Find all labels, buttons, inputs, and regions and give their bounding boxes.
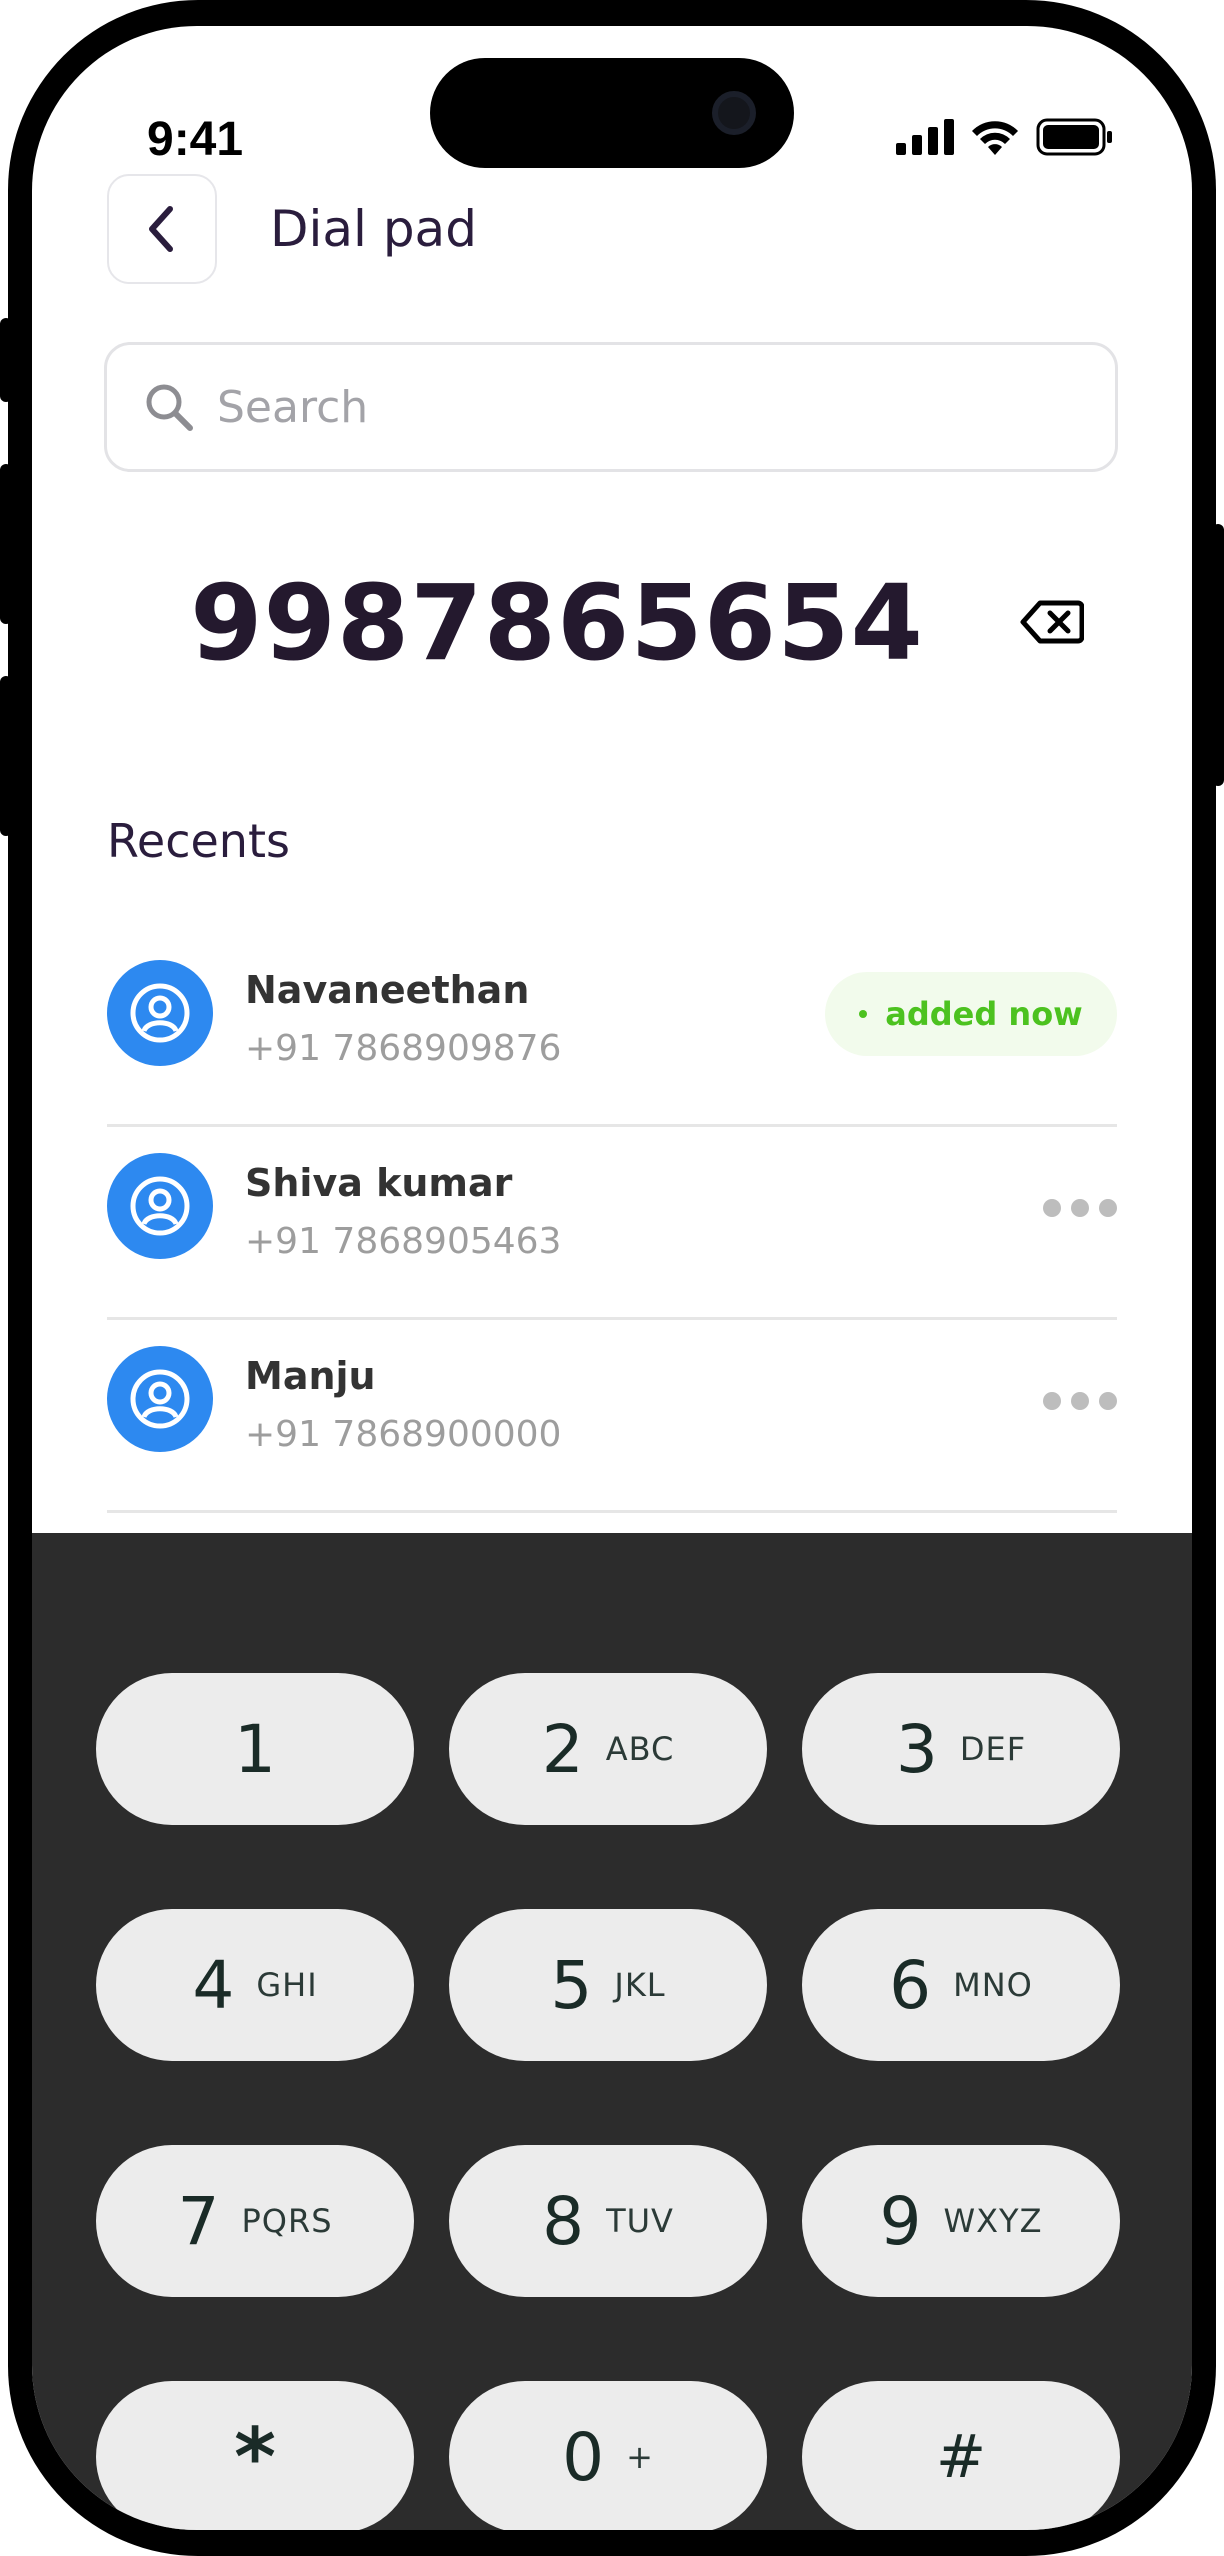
key-letters: JKL [614, 1966, 666, 2004]
key-9[interactable]: 9 WXYZ [802, 2145, 1120, 2297]
badge-label: added now [885, 995, 1083, 1033]
key-8[interactable]: 8 TUV [449, 2145, 767, 2297]
contact-phone: +91 7868909876 [245, 1028, 562, 1069]
dialed-number: 9987865654 [190, 562, 924, 684]
recent-contact-row[interactable]: Navaneethan +91 7868909876 added now [107, 934, 1117, 1127]
chevron-left-icon [149, 206, 173, 252]
key-letters: PQRS [241, 2202, 333, 2240]
user-icon [130, 983, 190, 1043]
screen: 9:41 Dial pad Search 9987865654 Recents … [32, 26, 1192, 2530]
key-letters: MNO [953, 1966, 1033, 2004]
status-time: 9:41 [147, 113, 244, 166]
key-letters: ABC [605, 1730, 675, 1768]
key-digit: 7 [177, 2182, 220, 2260]
key-2[interactable]: 2 ABC [449, 1673, 767, 1825]
key-digit: 3 [895, 1710, 938, 1788]
contact-name: Navaneethan [245, 968, 530, 1012]
search-icon [146, 384, 193, 431]
back-button[interactable] [107, 174, 217, 284]
more-options-icon[interactable] [1043, 1199, 1117, 1217]
user-icon [130, 1176, 190, 1236]
wifi-icon [972, 121, 1018, 155]
recents-title: Recents [107, 814, 290, 868]
recent-contact-row[interactable]: Manju +91 7868900000 [107, 1320, 1117, 1513]
dynamic-island [430, 58, 794, 168]
key-hash[interactable]: # [802, 2381, 1120, 2530]
search-input[interactable]: Search [104, 342, 1118, 472]
key-4[interactable]: 4 GHI [96, 1909, 414, 2061]
power-button [1212, 524, 1224, 786]
key-digit: 2 [541, 1710, 584, 1788]
key-digit: 1 [234, 1710, 276, 1788]
avatar [107, 960, 213, 1066]
key-7[interactable]: 7 PQRS [96, 2145, 414, 2297]
key-6[interactable]: 6 MNO [802, 1909, 1120, 2061]
more-options-icon[interactable] [1043, 1392, 1117, 1410]
keypad: 1 2 ABC 3 DEF 4 GHI 5 JKL 6 MNO 7 PQRS 8… [32, 1533, 1192, 2530]
backspace-icon [1020, 600, 1085, 644]
recent-contact-row[interactable]: Shiva kumar +91 7868905463 [107, 1127, 1117, 1320]
signal-icon [896, 119, 954, 155]
avatar [107, 1153, 213, 1259]
user-icon [130, 1369, 190, 1429]
battery-icon [1036, 118, 1112, 156]
key-letters: DEF [959, 1730, 1027, 1768]
status-badge: added now [825, 972, 1117, 1056]
key-letters: TUV [606, 2202, 674, 2240]
key-1[interactable]: 1 [96, 1673, 414, 1825]
contact-phone: +91 7868905463 [245, 1221, 562, 1262]
status-icons [896, 118, 1114, 156]
key-digit: 0 [562, 2418, 605, 2496]
search-placeholder: Search [217, 381, 369, 433]
key-3[interactable]: 3 DEF [802, 1673, 1120, 1825]
key-0[interactable]: 0 + [449, 2381, 767, 2530]
volume-down-button [0, 676, 12, 836]
camera-icon [712, 91, 756, 135]
contact-name: Shiva kumar [245, 1161, 513, 1205]
key-digit: 6 [889, 1946, 932, 2024]
key-digit: 4 [192, 1946, 235, 2024]
page-title: Dial pad [270, 200, 477, 258]
backspace-button[interactable] [1020, 599, 1085, 650]
volume-up-button [0, 464, 12, 624]
key-digit: * [234, 2410, 276, 2504]
avatar [107, 1346, 213, 1452]
contact-name: Manju [245, 1354, 376, 1398]
key-letters: GHI [256, 1966, 318, 2004]
key-digit: 5 [550, 1946, 593, 2024]
mute-switch [0, 318, 12, 402]
key-5[interactable]: 5 JKL [449, 1909, 767, 2061]
contact-phone: +91 7868900000 [245, 1414, 562, 1455]
key-letters: + [626, 2438, 654, 2476]
key-digit: 8 [542, 2182, 585, 2260]
badge-dot [859, 1010, 868, 1018]
key-letters: WXYZ [943, 2202, 1043, 2240]
key-digit: 9 [879, 2182, 922, 2260]
key-star[interactable]: * [96, 2381, 414, 2530]
key-digit: # [935, 2422, 987, 2492]
dialed-number-display: 9987865654 [32, 562, 1192, 684]
